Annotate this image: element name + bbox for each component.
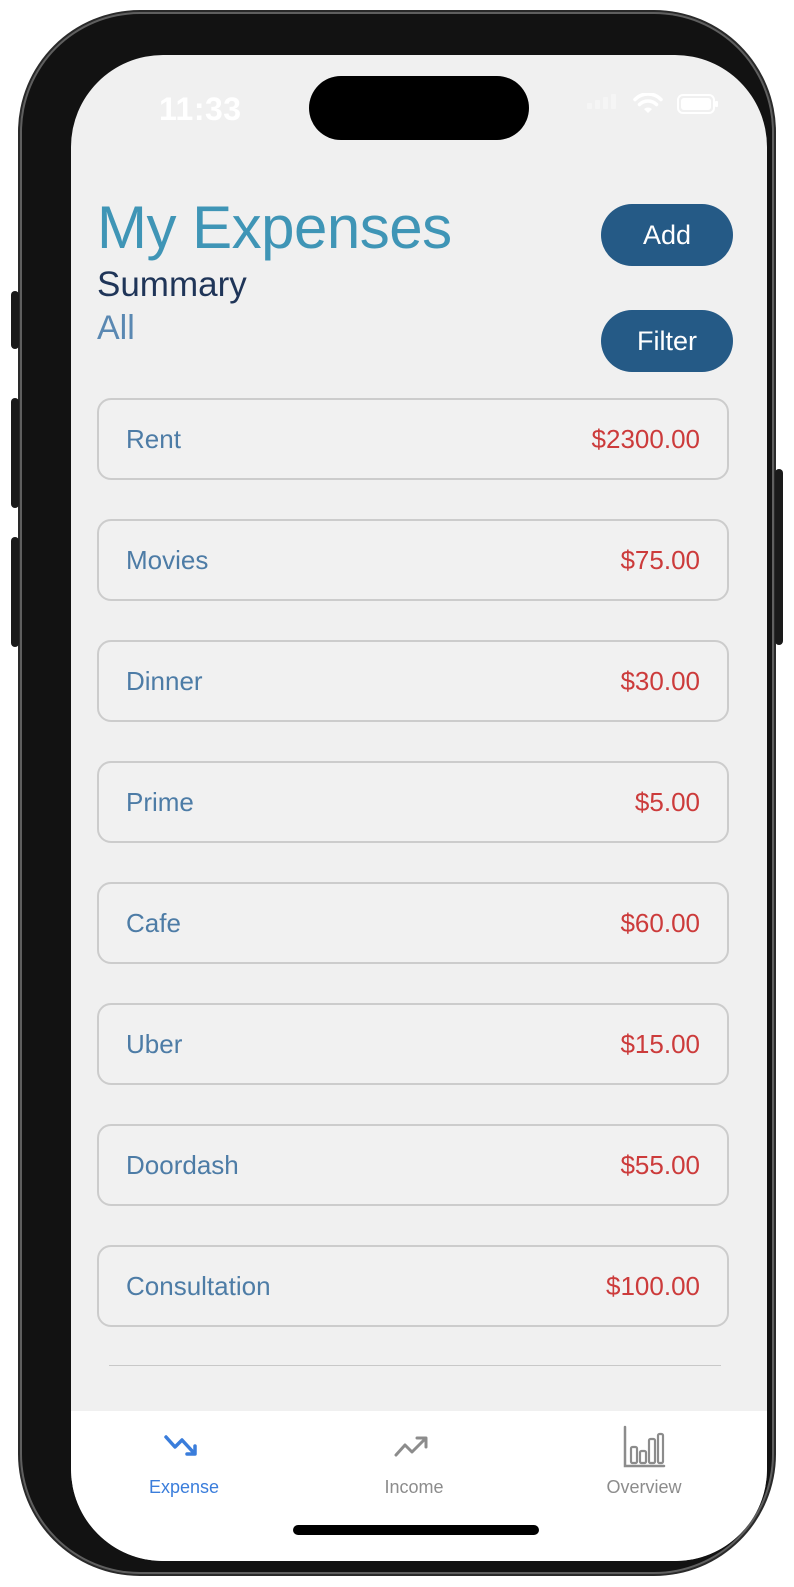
screen: 11:33 My Expenses Summary All Add Filter… <box>71 55 767 1561</box>
expense-item[interactable]: Consultation $100.00 <box>97 1245 729 1327</box>
battery-icon <box>677 94 718 114</box>
expense-item[interactable]: Uber $15.00 <box>97 1003 729 1085</box>
tab-bar: Expense Income Overview <box>71 1411 767 1561</box>
expense-amount: $2300.00 <box>591 423 700 454</box>
status-time: 11:33 <box>159 91 242 127</box>
expense-amount: $100.00 <box>606 1270 700 1301</box>
expense-amount: $30.00 <box>620 665 700 696</box>
expense-item[interactable]: Dinner $30.00 <box>97 640 729 722</box>
tab-label: Income <box>384 1477 444 1497</box>
trend-up-icon <box>394 1436 428 1457</box>
expense-name: Rent <box>126 423 181 454</box>
expense-name: Movies <box>126 544 209 575</box>
trend-down-icon <box>164 1435 197 1456</box>
expense-name: Uber <box>126 1028 183 1059</box>
volume-up-button <box>11 398 19 508</box>
expense-amount: $75.00 <box>620 544 700 575</box>
phone-frame: 11:33 My Expenses Summary All Add Filter… <box>11 14 783 1572</box>
add-button[interactable]: Add <box>601 204 733 266</box>
expense-name: Cafe <box>126 907 181 938</box>
power-button <box>775 469 783 645</box>
tab-label: Expense <box>148 1477 220 1497</box>
expense-name: Doordash <box>126 1149 239 1180</box>
tab-label: Overview <box>606 1477 682 1497</box>
expense-amount: $60.00 <box>620 907 700 938</box>
tab-income[interactable]: Income <box>329 1425 499 1498</box>
expense-name: Consultation <box>126 1270 271 1301</box>
tab-expense[interactable]: Expense <box>99 1425 269 1498</box>
bar-chart-icon <box>623 1425 666 1468</box>
home-indicator <box>293 1525 539 1535</box>
expense-amount: $55.00 <box>620 1149 700 1180</box>
cellular-signal-icon <box>587 94 619 114</box>
expense-amount: $5.00 <box>634 786 700 817</box>
current-filter-value: All <box>97 309 135 347</box>
wifi-icon <box>633 93 663 113</box>
list-divider <box>109 1365 721 1366</box>
tab-overview[interactable]: Overview <box>559 1425 729 1498</box>
expense-name: Dinner <box>126 665 203 696</box>
expense-item[interactable]: Doordash $55.00 <box>97 1124 729 1206</box>
page-title: My Expenses <box>97 194 452 261</box>
expense-name: Prime <box>126 786 194 817</box>
expense-item[interactable]: Prime $5.00 <box>97 761 729 843</box>
dynamic-island <box>309 76 529 140</box>
summary-label: Summary <box>97 265 247 304</box>
action-button <box>11 291 19 349</box>
volume-down-button <box>11 537 19 647</box>
status-icons <box>587 93 718 115</box>
expense-item[interactable]: Rent $2300.00 <box>97 398 729 480</box>
filter-button[interactable]: Filter <box>601 310 733 372</box>
expense-item[interactable]: Movies $75.00 <box>97 519 729 601</box>
expense-amount: $15.00 <box>620 1028 700 1059</box>
expense-item[interactable]: Cafe $60.00 <box>97 882 729 964</box>
status-bar: 11:33 <box>71 55 767 159</box>
